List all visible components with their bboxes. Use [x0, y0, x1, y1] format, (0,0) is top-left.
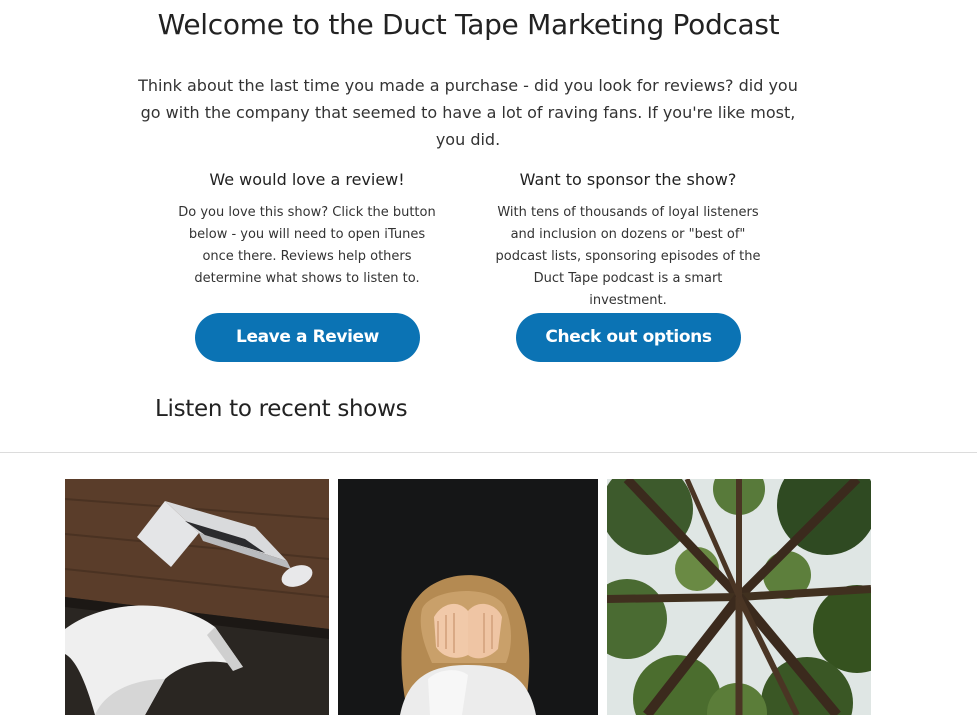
sponsor-section: Want to sponsor the show? With tens of t… [478, 168, 778, 312]
forest-canopy-photo-icon [607, 479, 871, 715]
leave-review-button[interactable]: Leave a Review [195, 313, 420, 362]
review-heading: We would love a review! [209, 170, 405, 189]
review-section: We would love a review! Do you love this… [157, 168, 457, 290]
episode-thumbnail-laptop[interactable] [65, 479, 329, 715]
intro-text: Think about the last time you made a pur… [138, 76, 798, 149]
child-covering-face-photo-icon [338, 479, 598, 715]
recent-shows-title: Listen to recent shows [155, 396, 408, 422]
laptop-desk-photo-icon [65, 479, 329, 715]
section-divider [0, 452, 977, 453]
episode-thumbnail-trees[interactable] [607, 479, 871, 715]
check-out-options-button[interactable]: Check out options [516, 313, 741, 362]
review-description: Do you love this show? Click the button … [178, 205, 436, 286]
sponsor-description: With tens of thousands of loyal listener… [495, 205, 761, 308]
episode-thumbnail-child[interactable] [338, 479, 598, 715]
sponsor-heading: Want to sponsor the show? [519, 170, 737, 189]
page-title: Welcome to the Duct Tape Marketing Podca… [157, 8, 780, 41]
